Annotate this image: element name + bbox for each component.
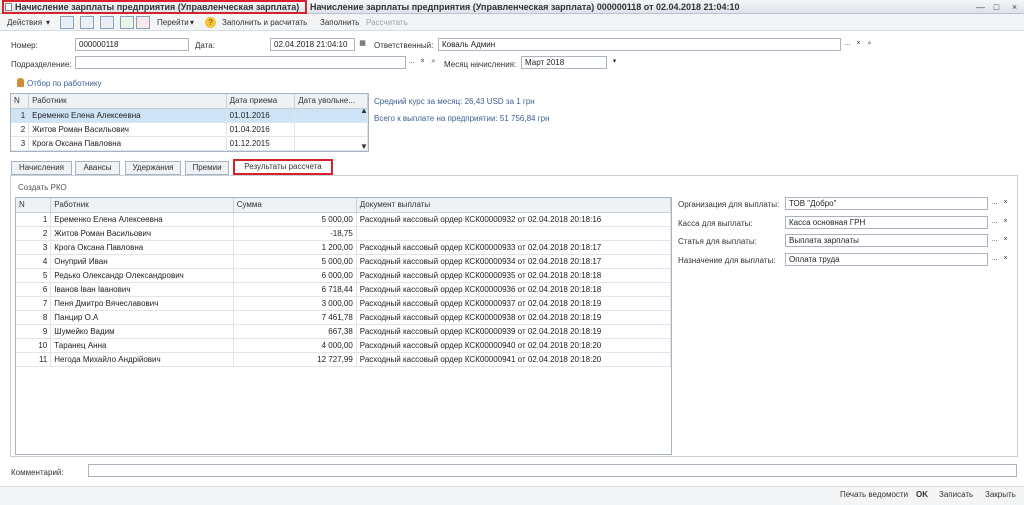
results-col-number[interactable]: N bbox=[16, 198, 52, 213]
edit-row-icon[interactable] bbox=[100, 16, 114, 29]
select-icon[interactable]: ... bbox=[990, 217, 999, 227]
fill-and-calc-button[interactable]: Заполнить и расчитать bbox=[222, 17, 307, 29]
payment-cash-label: Касса для выплаты: bbox=[678, 219, 753, 228]
tab-accruals[interactable]: Начисления bbox=[11, 161, 72, 175]
select-icon[interactable]: ... bbox=[990, 235, 999, 245]
select-icon[interactable]: ... bbox=[407, 57, 416, 67]
add-row-icon[interactable] bbox=[60, 16, 74, 29]
dropdown-icon[interactable]: ▾ bbox=[190, 17, 194, 29]
table-row[interactable]: 1 Еременко Елена Алексеевна 5 000,00 Расход… bbox=[16, 212, 671, 227]
table-row[interactable]: 10 Таранец Анна 4 000,00 Расходный кассовый… bbox=[16, 338, 671, 353]
tab-results[interactable]: Результаты рассчета bbox=[233, 159, 333, 175]
clear-icon[interactable]: × bbox=[854, 39, 863, 49]
clear-icon[interactable]: × bbox=[1001, 235, 1010, 245]
payment-purpose-label: Назначение для выплаты: bbox=[678, 256, 776, 265]
payment-cash-field[interactable]: Касса основная ГРН bbox=[785, 216, 988, 229]
select-icon[interactable]: ... bbox=[990, 254, 999, 264]
calendar-icon[interactable]: ▦ bbox=[358, 39, 367, 49]
month-label: Месяц начисления: bbox=[444, 60, 517, 69]
print-report-button[interactable]: Печать ведомости bbox=[840, 490, 908, 499]
date-label: Дата: bbox=[195, 41, 215, 50]
payment-item-label: Статья для выплаты: bbox=[678, 237, 757, 246]
emp-col-number[interactable]: N bbox=[11, 94, 30, 109]
department-label: Подразделение: bbox=[11, 60, 72, 69]
emp-col-hire-date[interactable]: Дата приема bbox=[226, 94, 296, 109]
person-icon bbox=[17, 78, 24, 87]
payment-purpose-field[interactable]: Оплата труда bbox=[785, 253, 988, 266]
create-rko-button[interactable]: Создать РКО bbox=[18, 183, 67, 192]
table-row[interactable]: 3 Крога Оксана Павловна 01.12.2015 bbox=[11, 136, 368, 151]
emp-col-worker[interactable]: Работник bbox=[28, 94, 227, 109]
maximize-icon[interactable]: □ bbox=[990, 1, 1003, 13]
toolbar bbox=[0, 14, 1024, 31]
document-title: Начисление зарплаты предприятия (Управле… bbox=[310, 2, 740, 12]
close-icon[interactable]: × bbox=[1008, 1, 1021, 13]
exchange-rate-info: Средний курс за месяц: 26,43 USD за 1 гр… bbox=[374, 97, 535, 106]
responsible-field[interactable]: Коваль Админ bbox=[438, 38, 841, 51]
table-row[interactable]: 2 Житов Роман Васильович -18,75 bbox=[16, 226, 671, 241]
number-label: Номер: bbox=[11, 41, 38, 50]
employees-grid: N Работник Дата приема Дата увольне... 1… bbox=[10, 93, 369, 152]
actions-menu[interactable]: Действия bbox=[7, 17, 42, 29]
results-col-sum[interactable]: Сумма bbox=[233, 198, 357, 213]
dropdown-icon[interactable]: ▾ bbox=[610, 57, 619, 67]
calc-button[interactable]: Рассчитать bbox=[366, 17, 408, 29]
help-icon[interactable]: ? bbox=[205, 17, 216, 28]
table-row[interactable]: 6 Іванов Іван Іванович 6 718,44 Расходный к… bbox=[16, 282, 671, 297]
search-icon[interactable]: ⌕ bbox=[429, 57, 438, 67]
ok-button[interactable]: OK bbox=[916, 490, 928, 499]
upload-icon[interactable] bbox=[120, 16, 134, 29]
scroll-up-icon[interactable]: ▲ bbox=[360, 106, 368, 115]
results-col-payment-document[interactable]: Документ выплаты bbox=[356, 198, 671, 213]
search-icon[interactable]: ⌕ bbox=[865, 39, 874, 49]
payment-item-field[interactable]: Выплата зарплаты bbox=[785, 234, 988, 247]
results-grid: N Работник Сумма Документ выплаты 1 Ереме… bbox=[15, 197, 672, 455]
table-row[interactable]: 8 Панцир О.А 7 461,78 Расходный кассовый ор… bbox=[16, 310, 671, 325]
date-field[interactable]: 02.04.2018 21:04:10 bbox=[270, 38, 355, 51]
table-row[interactable]: 5 Редько Олександр Олександрович 6 000,00 Р… bbox=[16, 268, 671, 283]
clear-icon[interactable]: × bbox=[1001, 254, 1010, 264]
table-row[interactable]: 4 Онуприй Иван 5 000,00 Расходный кассовый … bbox=[16, 254, 671, 269]
table-row[interactable]: 2 Житов Роман Васильович 01.04.2016 bbox=[11, 122, 368, 137]
filter-by-employee[interactable]: Отбор по работнику bbox=[27, 79, 102, 88]
copy-row-icon[interactable] bbox=[80, 16, 94, 29]
document-icon bbox=[5, 3, 12, 11]
select-icon[interactable]: ... bbox=[990, 198, 999, 208]
tab-deductions[interactable]: Удержания bbox=[125, 161, 181, 175]
responsible-label: Ответственный: bbox=[374, 41, 434, 50]
table-row[interactable]: 3 Крога Оксана Павловна 1 200,00 Расходный … bbox=[16, 240, 671, 255]
comment-label: Комментарий: bbox=[11, 468, 64, 477]
emp-col-fire-date[interactable]: Дата увольне... bbox=[294, 94, 368, 109]
dropdown-icon[interactable]: ▾ bbox=[46, 17, 50, 29]
payment-org-field[interactable]: ТОВ "Добро" bbox=[785, 197, 988, 210]
download-icon[interactable] bbox=[136, 16, 150, 29]
go-menu[interactable]: Перейти bbox=[157, 17, 189, 29]
fill-button[interactable]: Заполнить bbox=[320, 17, 359, 29]
tab-bonuses[interactable]: Премии bbox=[185, 161, 229, 175]
table-row[interactable]: 1 Еременко Елена Алексеевна 01.01.2016 bbox=[11, 108, 368, 123]
clear-icon[interactable]: × bbox=[1001, 217, 1010, 227]
clear-icon[interactable]: × bbox=[418, 57, 427, 67]
month-field[interactable]: Март 2018 bbox=[521, 56, 607, 69]
table-row[interactable]: 11 Негода Михайло Андрійович 12 727,99 Расх… bbox=[16, 352, 671, 367]
scroll-down-icon[interactable]: ▼ bbox=[360, 142, 368, 151]
clear-icon[interactable]: × bbox=[1001, 198, 1010, 208]
minimize-icon[interactable]: — bbox=[974, 1, 987, 13]
close-button[interactable]: Закрыть bbox=[985, 490, 1016, 499]
comment-field[interactable] bbox=[88, 464, 1017, 477]
total-payment-info: Всего к выплате на предприятии: 51 756,8… bbox=[374, 114, 550, 123]
payment-org-label: Организация для выплаты: bbox=[678, 200, 780, 209]
table-row[interactable]: 9 Шумейко Вадим 667,38 Расходный кассовый о… bbox=[16, 324, 671, 339]
select-icon[interactable]: ... bbox=[843, 39, 852, 49]
number-field[interactable]: 000000118 bbox=[75, 38, 189, 51]
active-tab-title: Начисление зарплаты предприятия (Управле… bbox=[15, 2, 300, 12]
department-field[interactable] bbox=[75, 56, 406, 69]
results-col-worker[interactable]: Работник bbox=[50, 198, 234, 213]
tab-advances[interactable]: Авансы bbox=[75, 161, 120, 175]
table-row[interactable]: 7 Пеня Дмитро Вячеславович 3 000,00 Расходн… bbox=[16, 296, 671, 311]
save-button[interactable]: Записать bbox=[939, 490, 973, 499]
